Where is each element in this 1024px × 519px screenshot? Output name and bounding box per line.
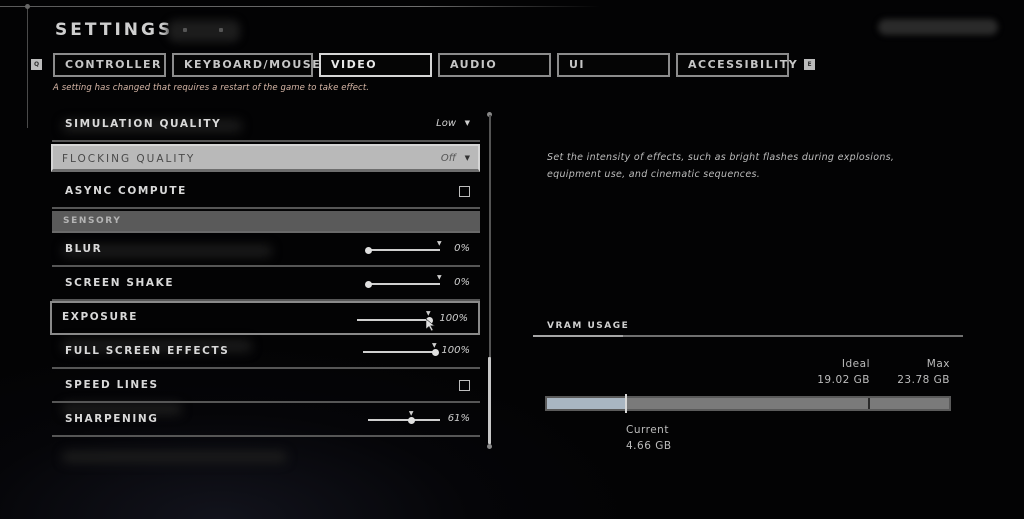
setting-flocking-quality[interactable]: FLOCKING QUALITY Off ▼ xyxy=(51,144,480,172)
caret-down-icon[interactable]: ▼ xyxy=(465,119,470,127)
setting-async-compute[interactable]: ASYNC COMPUTE xyxy=(52,175,480,209)
vram-usage-bar xyxy=(545,394,951,413)
vram-max-value: 23.78 GB xyxy=(897,374,950,386)
default-marker-icon: ▼ xyxy=(426,310,431,317)
setting-label: SIMULATION QUALITY xyxy=(65,118,222,130)
vram-ideal-label: Ideal xyxy=(841,358,870,370)
slider-value: 0% xyxy=(454,243,470,254)
tab-audio[interactable]: AUDIO xyxy=(438,53,551,77)
vram-current-label: Current xyxy=(626,424,669,436)
default-marker-icon: ▼ xyxy=(432,342,437,349)
setting-label: SHARPENING xyxy=(65,413,159,425)
setting-description: Set the intensity of effects, such as br… xyxy=(547,152,895,180)
vram-ideal-value: 19.02 GB xyxy=(817,374,870,386)
left-rule-dot xyxy=(25,4,30,9)
setting-label: SPEED LINES xyxy=(65,379,159,391)
slider-value: 100% xyxy=(441,345,470,356)
vram-max-label: Max xyxy=(926,358,950,370)
setting-speed-lines[interactable]: SPEED LINES xyxy=(52,369,480,403)
prev-tab-key-icon[interactable]: Q xyxy=(31,59,42,70)
speed-lines-checkbox[interactable] xyxy=(459,380,470,391)
setting-screen-shake[interactable]: SCREEN SHAKE ▼ 0% xyxy=(52,267,480,301)
setting-label: BLUR xyxy=(65,243,103,255)
scrollbar-bottom-cap xyxy=(487,444,492,449)
tab-video[interactable]: VIDEO xyxy=(319,53,432,77)
full-screen-effects-slider[interactable]: ▼ xyxy=(363,342,439,356)
tab-ui[interactable]: UI xyxy=(557,53,670,77)
default-marker-icon: ▼ xyxy=(408,410,414,417)
settings-tabs: CONTROLLER KEYBOARD/MOUSE VIDEO AUDIO UI… xyxy=(53,53,797,77)
vram-ideal-marker xyxy=(867,398,870,409)
tab-accessibility[interactable]: ACCESSIBILITY xyxy=(676,53,797,77)
mouse-cursor-icon xyxy=(426,319,435,331)
default-marker-icon: ▼ xyxy=(437,240,442,247)
top-rule xyxy=(0,6,600,7)
tab-controller[interactable]: CONTROLLER xyxy=(53,53,166,77)
scrollbar-thumb[interactable] xyxy=(488,357,491,444)
slider-value: 61% xyxy=(447,413,470,424)
slider-handle[interactable] xyxy=(364,280,372,288)
vram-usage-title: VRAM USAGE xyxy=(547,321,630,331)
vram-current-fill xyxy=(547,398,626,409)
vram-current-marker xyxy=(624,394,627,413)
page-title: SETTINGS xyxy=(55,20,174,40)
tab-keyboard-mouse[interactable]: KEYBOARD/MOUSE xyxy=(172,53,320,77)
setting-exposure[interactable]: EXPOSURE ▼ 100% xyxy=(50,301,480,335)
slider-value: 100% xyxy=(439,313,468,324)
restart-required-notice: A setting has changed that requires a re… xyxy=(53,83,370,93)
sharpening-slider[interactable]: ▼ xyxy=(368,410,440,424)
slider-handle[interactable] xyxy=(431,348,439,356)
default-marker-icon: ▼ xyxy=(437,274,442,281)
setting-label: FLOCKING QUALITY xyxy=(62,153,196,165)
async-compute-checkbox[interactable] xyxy=(459,186,470,197)
setting-full-screen-effects[interactable]: FULL SCREEN EFFECTS ▼ 100% xyxy=(52,335,480,369)
exposure-slider[interactable]: ▼ xyxy=(357,310,433,324)
next-tab-key-icon[interactable]: E xyxy=(804,59,815,70)
dropdown-value[interactable]: Off xyxy=(441,153,456,164)
vram-current-value: 4.66 GB xyxy=(626,440,672,452)
left-rule xyxy=(27,6,28,128)
setting-simulation-quality[interactable]: SIMULATION QUALITY Low ▼ xyxy=(52,108,480,142)
blur-slider[interactable]: ▼ xyxy=(364,240,442,254)
setting-label: FULL SCREEN EFFECTS xyxy=(65,345,230,357)
setting-label: SCREEN SHAKE xyxy=(65,277,175,289)
background-blur xyxy=(62,451,287,463)
section-label: SENSORY xyxy=(63,216,122,226)
slider-value: 0% xyxy=(454,277,470,288)
setting-label: EXPOSURE xyxy=(62,311,139,323)
settings-list: SIMULATION QUALITY Low ▼ FLOCKING QUALIT… xyxy=(50,108,480,437)
setting-label: ASYNC COMPUTE xyxy=(65,185,187,197)
blurred-subtitle xyxy=(168,20,240,42)
blurred-dot xyxy=(219,28,223,32)
dropdown-value[interactable]: Low xyxy=(436,118,456,129)
blurred-dot xyxy=(183,28,187,32)
blurred-profile-name xyxy=(878,19,998,35)
vram-divider-highlight xyxy=(533,335,623,337)
screen-shake-slider[interactable]: ▼ xyxy=(364,274,442,288)
section-header-sensory: SENSORY xyxy=(52,211,480,233)
setting-sharpening[interactable]: SHARPENING ▼ 61% xyxy=(52,403,480,437)
setting-blur[interactable]: BLUR ▼ 0% xyxy=(52,233,480,267)
slider-handle[interactable] xyxy=(408,416,416,424)
caret-down-icon[interactable]: ▼ xyxy=(465,154,470,162)
slider-handle[interactable] xyxy=(364,246,372,254)
